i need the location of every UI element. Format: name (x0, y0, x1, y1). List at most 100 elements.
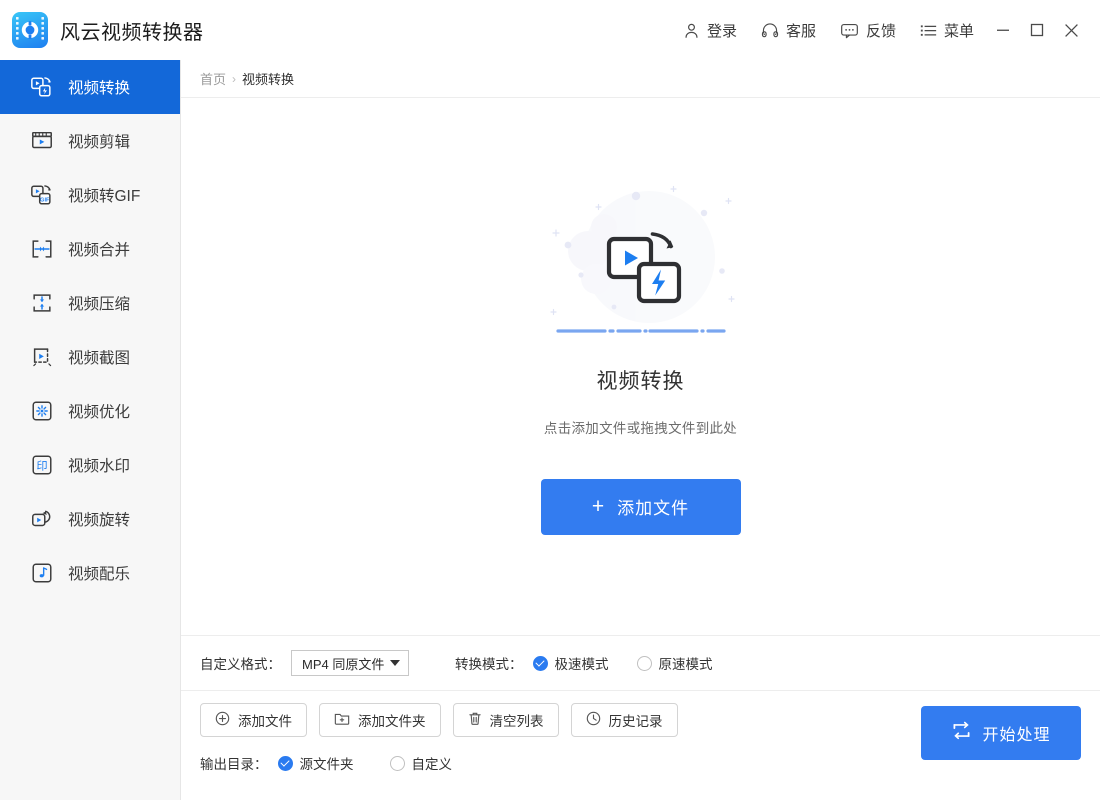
headset-icon (761, 22, 779, 39)
sidebar-item-label: 视频配乐 (68, 562, 130, 584)
footer-button-row: 添加文件 添加文件夹 (200, 703, 678, 737)
mode-option-fast-label: 极速模式 (555, 653, 609, 673)
sidebar-item-label: 视频旋转 (68, 508, 130, 530)
sidebar-item-video-to-gif[interactable]: GIF 视频转GIF (0, 168, 180, 222)
sidebar-item-video-watermark[interactable]: 印 视频水印 (0, 438, 180, 492)
radio-unchecked-icon (390, 756, 405, 771)
sidebar-item-video-merge[interactable]: 视频合并 (0, 222, 180, 276)
history-label: 历史记录 (609, 710, 663, 730)
video-enhance-icon (30, 399, 54, 423)
video-convert-illustration (526, 179, 756, 349)
support-label: 客服 (786, 20, 816, 41)
clear-list-label: 清空列表 (490, 710, 544, 730)
format-label: 自定义格式： (200, 653, 281, 673)
mode-option-normal[interactable]: 原速模式 (637, 653, 713, 673)
options-row: 自定义格式： MP4 同原文件 转换模式： 极速模式 原速模式 (181, 635, 1100, 690)
clock-icon (586, 711, 601, 729)
file-dropzone[interactable]: 视频转换 点击添加文件或拖拽文件到此处 + 添加文件 (181, 98, 1100, 635)
chevron-down-icon (390, 660, 400, 666)
login-label: 登录 (707, 20, 737, 41)
sidebar-item-video-compress[interactable]: 视频压缩 (0, 276, 180, 330)
add-files-primary-label: 添加文件 (617, 494, 689, 519)
svg-text:GIF: GIF (40, 198, 50, 204)
mode-option-fast[interactable]: 极速模式 (533, 653, 609, 673)
video-watermark-icon: 印 (30, 453, 54, 477)
plus-circle-icon (215, 711, 230, 729)
main-panel: 首页 › 视频转换 (181, 60, 1100, 800)
video-merge-icon (30, 237, 54, 261)
plus-icon: + (592, 496, 605, 517)
app-title: 风云视频转换器 (60, 16, 204, 45)
sidebar-item-video-convert[interactable]: 视频转换 (0, 60, 180, 114)
add-files-primary-button[interactable]: + 添加文件 (541, 479, 741, 535)
history-button[interactable]: 历史记录 (571, 703, 678, 737)
output-directory-row: 输出目录： 源文件夹 自定义 (200, 753, 678, 773)
trash-icon (468, 711, 482, 729)
menu-label: 菜单 (944, 20, 974, 41)
dropzone-title: 视频转换 (597, 365, 685, 395)
video-compress-icon (30, 291, 54, 315)
sidebar-item-video-screenshot[interactable]: 视频截图 (0, 330, 180, 384)
titlebar-actions: 登录 客服 (671, 13, 1088, 47)
sidebar-item-label: 视频优化 (68, 400, 130, 422)
start-processing-button[interactable]: 开始处理 (921, 706, 1081, 760)
sidebar-item-label: 视频转换 (68, 76, 130, 98)
video-rotate-icon (30, 507, 54, 531)
sidebar-item-label: 视频压缩 (68, 292, 130, 314)
video-clip-icon (30, 129, 54, 153)
format-select[interactable]: MP4 同原文件 (291, 650, 409, 676)
outdir-option-source-label: 源文件夹 (300, 753, 354, 773)
add-file-label: 添加文件 (238, 710, 292, 730)
user-icon (683, 22, 700, 39)
clear-list-button[interactable]: 清空列表 (453, 703, 559, 737)
app-window: 风云视频转换器 登录 (0, 0, 1100, 800)
breadcrumb-separator-icon: › (232, 72, 236, 86)
folder-plus-icon (334, 711, 350, 729)
radio-checked-icon (278, 756, 293, 771)
sidebar-item-video-enhance[interactable]: 视频优化 (0, 384, 180, 438)
add-file-button[interactable]: 添加文件 (200, 703, 307, 737)
feedback-button[interactable]: 反馈 (828, 14, 908, 47)
sidebar-item-video-clip[interactable]: 视频剪辑 (0, 114, 180, 168)
mode-option-normal-label: 原速模式 (659, 653, 713, 673)
list-menu-icon (920, 22, 937, 39)
sidebar-item-label: 视频转GIF (68, 184, 140, 206)
convert-loop-icon (951, 721, 972, 745)
sidebar-item-video-music[interactable]: 视频配乐 (0, 546, 180, 600)
support-button[interactable]: 客服 (749, 14, 828, 47)
breadcrumb: 首页 › 视频转换 (181, 60, 1100, 98)
body-row: 视频转换 视频剪辑 (0, 60, 1100, 800)
conversion-mode-group: 转换模式： 极速模式 原速模式 (455, 653, 713, 673)
sidebar-item-label: 视频剪辑 (68, 130, 130, 152)
output-directory-label: 输出目录： (200, 753, 268, 773)
close-icon[interactable] (1054, 13, 1088, 47)
sidebar: 视频转换 视频剪辑 (0, 60, 181, 800)
conversion-mode-label: 转换模式： (455, 653, 523, 673)
add-folder-button[interactable]: 添加文件夹 (319, 703, 441, 737)
radio-checked-icon (533, 656, 548, 671)
maximize-icon[interactable] (1020, 13, 1054, 47)
title-bar: 风云视频转换器 登录 (0, 0, 1100, 60)
outdir-option-custom[interactable]: 自定义 (390, 753, 453, 773)
sidebar-item-label: 视频截图 (68, 346, 130, 368)
sidebar-item-label: 视频合并 (68, 238, 130, 260)
minimize-icon[interactable] (986, 13, 1020, 47)
chat-bubble-icon (840, 22, 859, 39)
outdir-option-source[interactable]: 源文件夹 (278, 753, 354, 773)
sidebar-item-label: 视频水印 (68, 454, 130, 476)
app-brand: 风云视频转换器 (8, 12, 204, 48)
breadcrumb-current: 视频转换 (242, 69, 294, 88)
login-button[interactable]: 登录 (671, 14, 749, 47)
video-screenshot-icon (30, 345, 54, 369)
svg-text:印: 印 (36, 460, 47, 473)
video-convert-icon (30, 75, 54, 99)
breadcrumb-home[interactable]: 首页 (200, 69, 226, 88)
dropzone-subtitle: 点击添加文件或拖拽文件到此处 (544, 417, 737, 437)
video-music-icon (30, 561, 54, 585)
sidebar-item-video-rotate[interactable]: 视频旋转 (0, 492, 180, 546)
footer-left: 添加文件 添加文件夹 (200, 691, 678, 773)
format-select-value: MP4 同原文件 (302, 654, 384, 673)
video-to-gif-icon: GIF (30, 183, 54, 207)
feedback-label: 反馈 (866, 20, 896, 41)
menu-button[interactable]: 菜单 (908, 14, 986, 47)
